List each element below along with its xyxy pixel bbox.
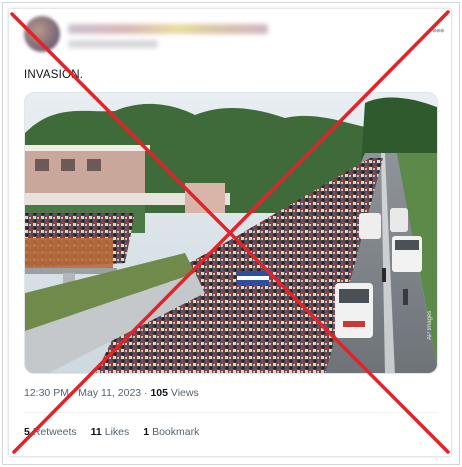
likes-stat[interactable]: 11 Likes [91,426,130,438]
engagement-stats: 5 Retweets 11 Likes 1 Bookmark [24,426,199,438]
tweet-timestamp[interactable]: 12:30 PM · May 11, 2023 · [24,387,150,399]
avatar[interactable] [24,16,60,52]
views-label: Views [170,387,199,399]
more-options-icon[interactable]: ••• [432,22,445,38]
likes-label: Likes [104,426,130,438]
retweets-stat[interactable]: 5 Retweets [24,426,77,438]
divider [24,412,438,413]
crowd-photo-illustration [25,93,437,373]
bookmarks-stat[interactable]: 1 Bookmark [143,426,199,438]
retweets-label: Retweets [32,426,77,438]
tweet-text: INVASION. [24,69,84,81]
photo-credit: AP Images [427,310,433,340]
bookmarks-label: Bookmark [152,426,200,438]
tweet-photo[interactable] [24,92,438,374]
tweet-meta: 12:30 PM · May 11, 2023 · 105 Views [24,387,199,399]
views-count: 105 [150,387,168,399]
blurred-handle[interactable] [68,40,158,48]
bookmarks-count: 1 [143,426,150,438]
retweets-count: 5 [24,426,30,438]
likes-count: 11 [90,426,102,438]
blurred-display-name[interactable] [68,24,268,34]
